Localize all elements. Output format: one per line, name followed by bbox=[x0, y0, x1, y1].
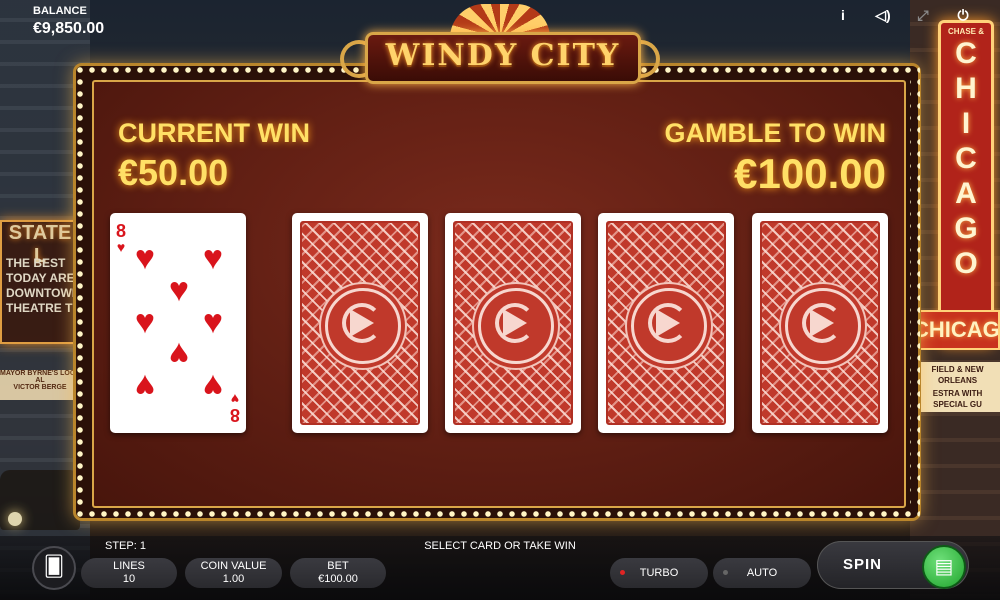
bet-selector[interactable]: BET €100.00 bbox=[290, 558, 386, 588]
gamble-prompt: SELECT CARD OR TAKE WIN bbox=[424, 540, 576, 552]
fullscreen-icon[interactable]: ⤢ bbox=[912, 6, 934, 24]
card-corner-bottom: 8 ♥ bbox=[229, 391, 240, 425]
step-indicator: STEP: 1 bbox=[105, 540, 146, 552]
turbo-indicator-icon bbox=[620, 570, 625, 575]
heart-pip: ♥ bbox=[134, 239, 156, 277]
game-logo: WINDY CITY bbox=[340, 4, 660, 84]
heart-pip: ♥ bbox=[134, 303, 156, 341]
city-backdrop-right: CHASE & C H I C A G O CHICAGO FIELD & NE… bbox=[910, 0, 1000, 600]
revealed-card: 8 ♥ 8 ♥ ♥ ♥ ♥ ♥ ♥ ♥ ♥ ♥ bbox=[110, 213, 246, 433]
chicago-horizontal-sign: CHICAGO bbox=[911, 310, 1000, 350]
game-title: WINDY CITY bbox=[385, 38, 621, 73]
balance-label: BALANCE bbox=[33, 5, 87, 17]
hidden-card-4[interactable] bbox=[752, 213, 888, 433]
card-back-emblem-icon bbox=[478, 288, 554, 364]
hidden-card-3[interactable] bbox=[598, 213, 734, 433]
card-back-emblem-icon bbox=[785, 288, 861, 364]
collect-money-button[interactable]: ▤ bbox=[922, 545, 966, 589]
info-icon[interactable]: i bbox=[832, 6, 854, 24]
heart-pip: ♥ bbox=[202, 367, 224, 405]
hidden-card-2[interactable] bbox=[445, 213, 581, 433]
heart-pip: ♥ bbox=[168, 271, 190, 309]
cards-history-button[interactable]: 🂠 bbox=[32, 546, 76, 590]
heart-pip: ♥ bbox=[202, 239, 224, 277]
money-stack-icon: ▤ bbox=[934, 556, 954, 578]
card-back-emblem-icon bbox=[325, 288, 401, 364]
sound-icon[interactable]: ◁) bbox=[872, 6, 894, 24]
chicago-vertical-sign: CHASE & C H I C A G O bbox=[938, 20, 994, 346]
heart-pip: ♥ bbox=[134, 367, 156, 405]
gamble-to-win-label: GAMBLE TO WIN bbox=[664, 118, 886, 148]
power-icon[interactable]: ⏻ bbox=[952, 6, 974, 24]
current-win-value: €50.00 bbox=[118, 152, 229, 193]
gamble-to-win-value: €100.00 bbox=[734, 150, 886, 197]
card-corner-top: 8 ♥ bbox=[116, 221, 127, 255]
coin-value-selector[interactable]: COIN VALUE 1.00 bbox=[185, 558, 282, 588]
heart-pip: ♥ bbox=[202, 303, 224, 341]
card-back-emblem-icon bbox=[631, 288, 707, 364]
spin-label[interactable]: SPIN bbox=[843, 556, 882, 573]
auto-indicator-icon bbox=[723, 570, 728, 575]
heart-pip: ♥ bbox=[168, 335, 190, 373]
right-marquee: FIELD & NEW ORLEANS ESTRA WITH SPECIAL G… bbox=[915, 362, 1000, 412]
turbo-toggle[interactable]: TURBO bbox=[610, 558, 708, 588]
lines-selector[interactable]: LINES 10 bbox=[81, 558, 177, 588]
car-headlight bbox=[8, 512, 22, 526]
hidden-card-1[interactable] bbox=[292, 213, 428, 433]
auto-button[interactable]: AUTO bbox=[713, 558, 811, 588]
left-marquee: MAYOR BYRNE'S LOOP AL VICTOR BERGE bbox=[0, 370, 80, 400]
cards-icon: 🂠 bbox=[43, 556, 65, 578]
top-toolbar: i ◁) ⤢ ⏻ bbox=[832, 6, 974, 24]
current-win-label: CURRENT WIN bbox=[118, 118, 310, 148]
balance-value: €9,850.00 bbox=[33, 20, 105, 37]
state-sign-lines: THE BEST TODAY ARE DOWNTOWN THEATRE T bbox=[6, 256, 81, 315]
